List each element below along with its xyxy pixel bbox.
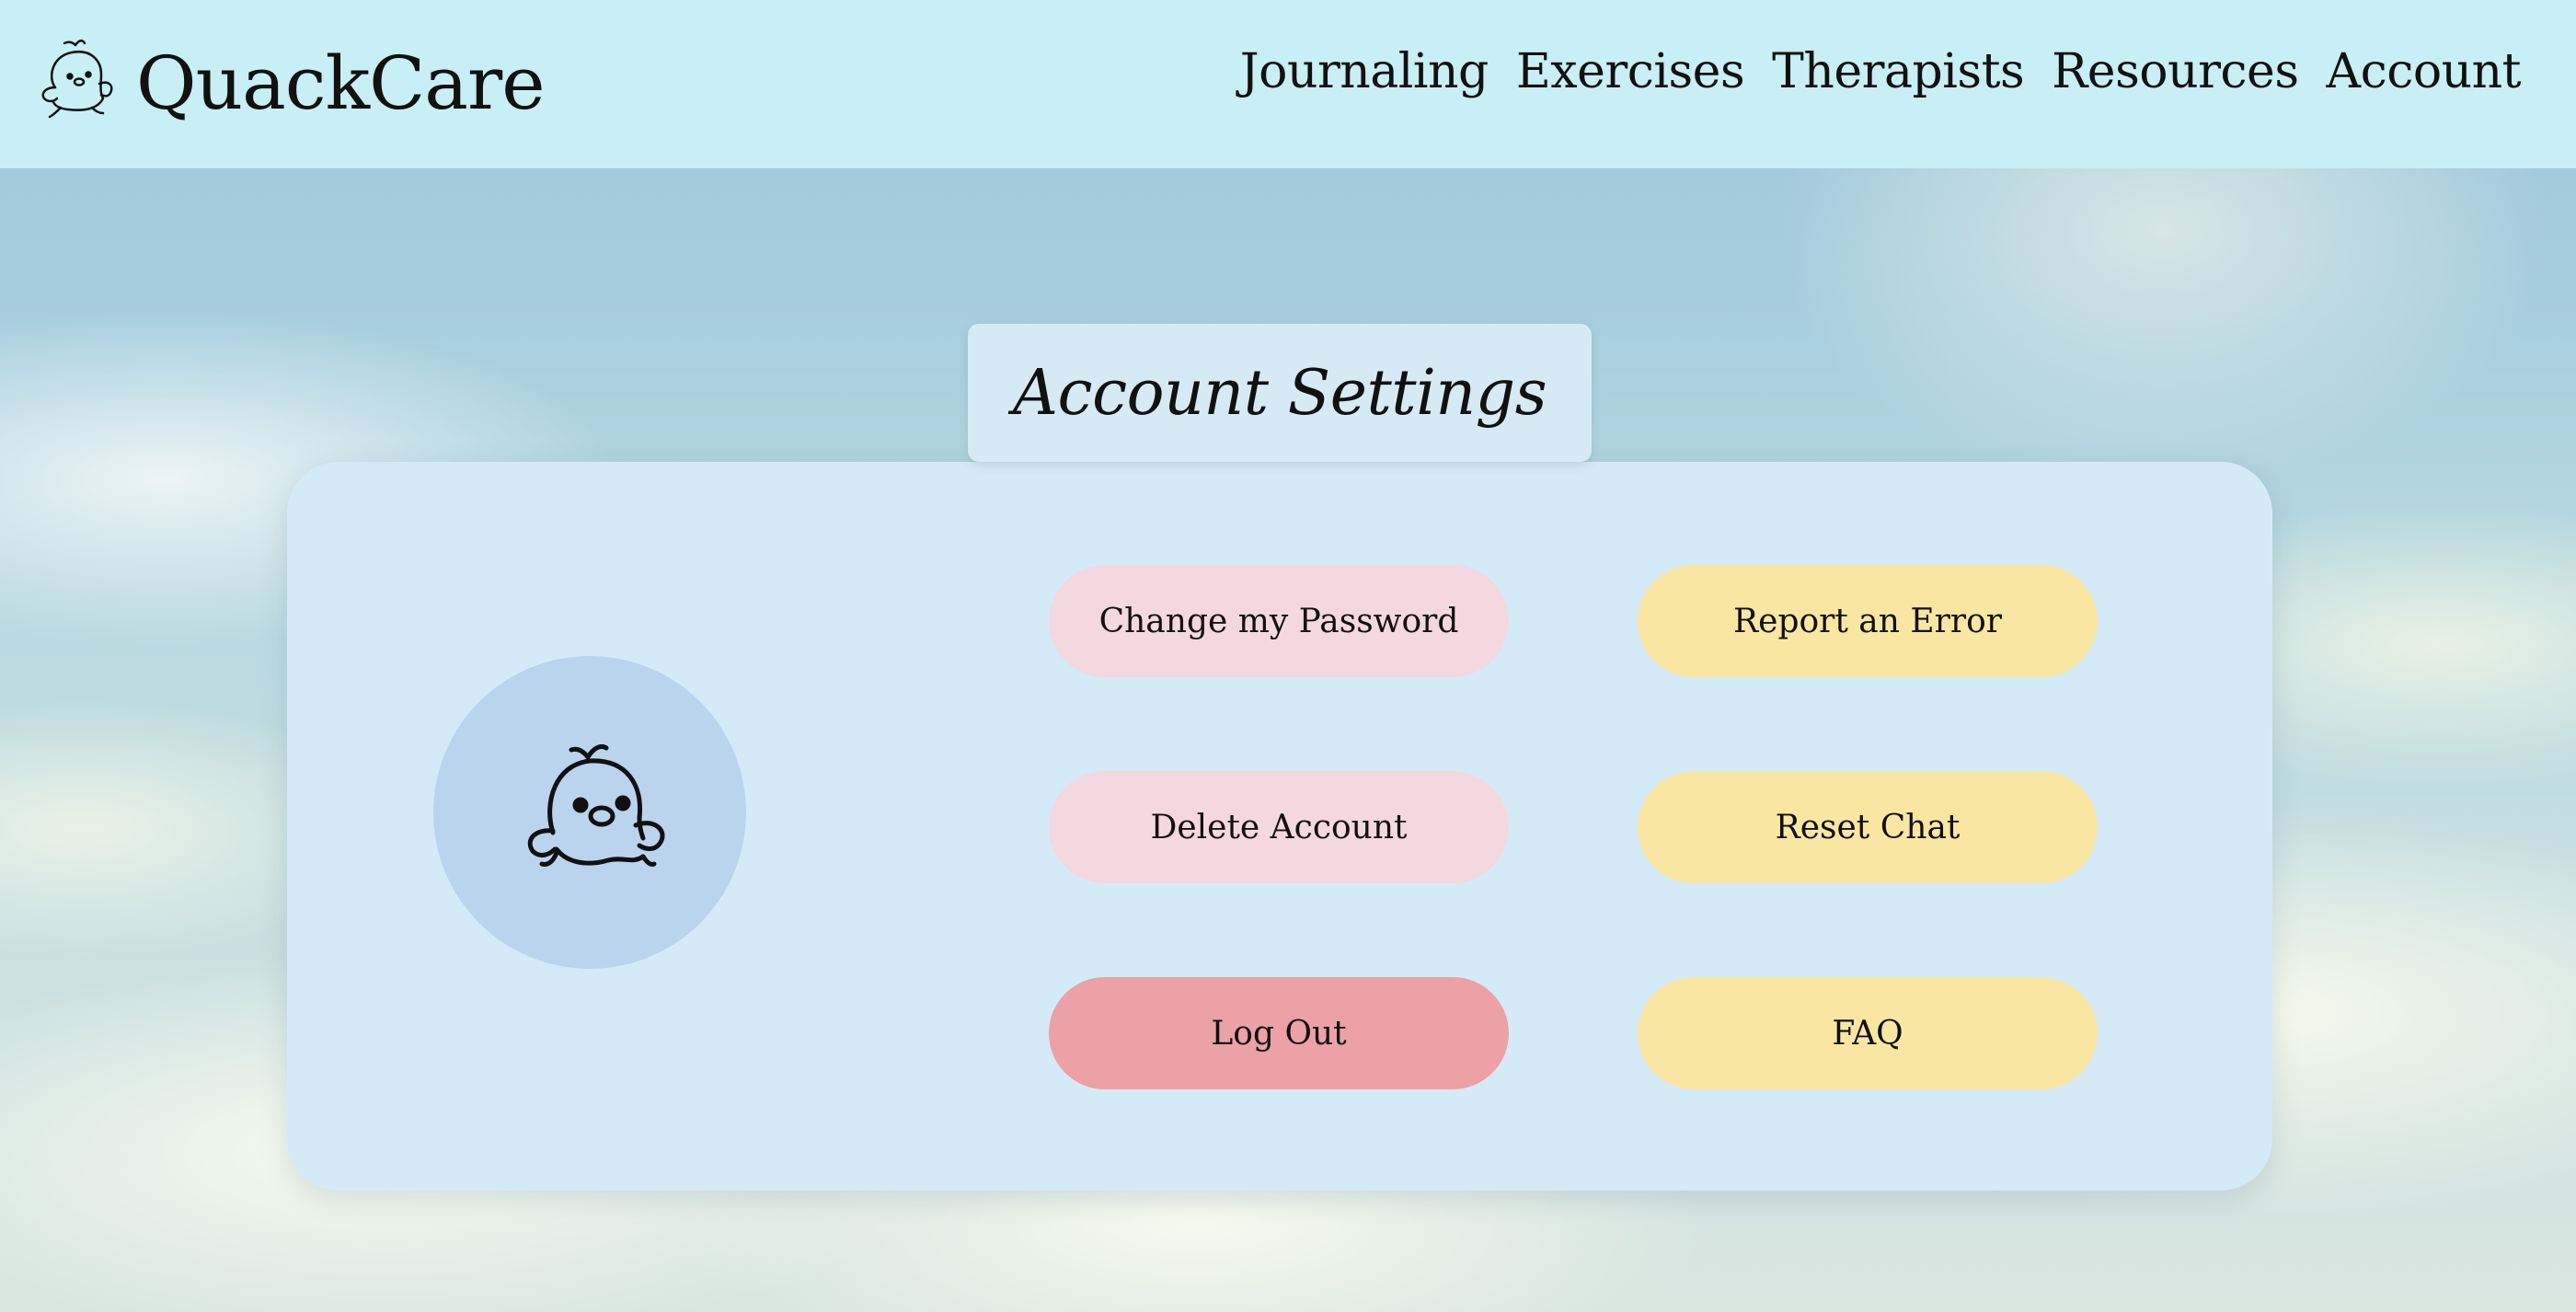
nav-item-resources[interactable]: Resources <box>2052 44 2299 99</box>
duck-icon <box>41 40 113 119</box>
faq-button[interactable]: FAQ <box>1638 977 2098 1089</box>
report-error-button[interactable]: Report an Error <box>1638 565 2098 677</box>
delete-account-button[interactable]: Delete Account <box>1049 771 1509 883</box>
page-title-box: Account Settings <box>968 324 1592 462</box>
avatar <box>433 656 746 969</box>
nav-item-exercises[interactable]: Exercises <box>1516 44 1745 99</box>
page-title: Account Settings <box>1012 356 1547 430</box>
nav-item-account[interactable]: Account <box>2327 44 2522 99</box>
top-navigation-bar: QuackCare Journaling Exercises Therapist… <box>0 0 2576 168</box>
account-settings-page: QuackCare Journaling Exercises Therapist… <box>0 0 2576 1312</box>
nav-item-therapists[interactable]: Therapists <box>1772 44 2025 99</box>
log-out-button[interactable]: Log Out <box>1049 977 1509 1089</box>
account-settings-panel: Change my Password Report an Error Delet… <box>287 462 2272 1191</box>
nav-item-journaling[interactable]: Journaling <box>1240 44 1489 99</box>
brand-home-link[interactable]: QuackCare <box>28 28 546 138</box>
brand-name: QuackCare <box>136 40 546 126</box>
reset-chat-button[interactable]: Reset Chat <box>1638 771 2098 883</box>
main-nav: Journaling Exercises Therapists Resource… <box>1240 44 2522 99</box>
duck-icon <box>527 743 665 867</box>
change-password-button[interactable]: Change my Password <box>1049 565 1509 677</box>
